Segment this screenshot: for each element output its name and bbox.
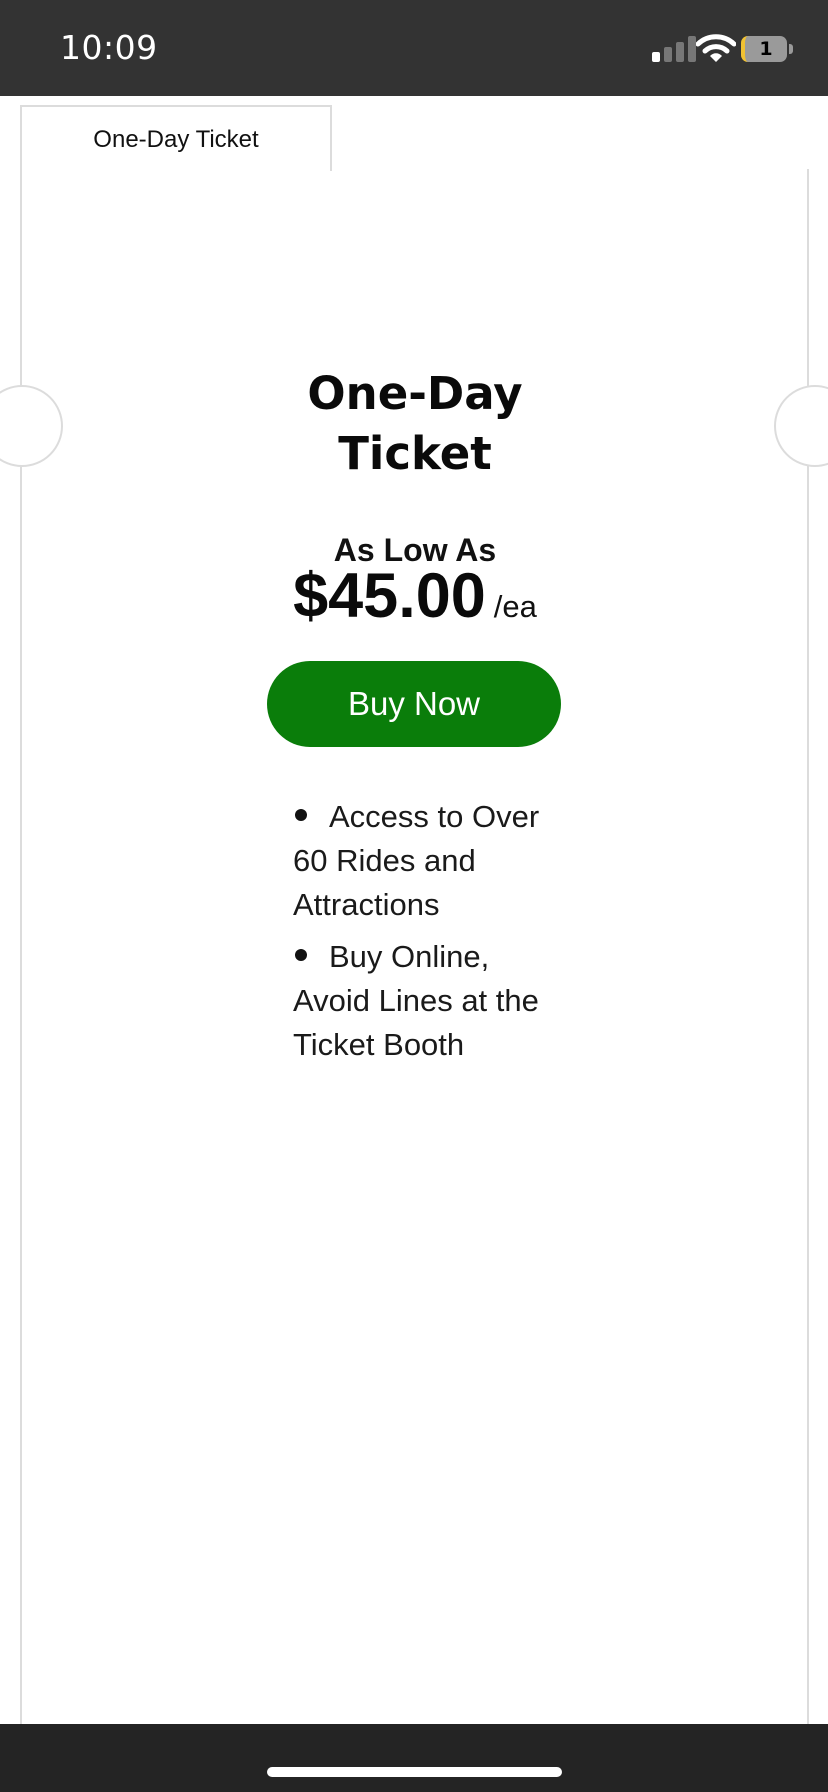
wifi-icon (696, 34, 736, 62)
home-indicator[interactable] (267, 1767, 562, 1777)
screen: 10:09 1 One-Day Ticket One-Day Ticket As… (0, 0, 828, 1792)
status-time: 10:09 (60, 28, 158, 67)
status-bar: 10:09 1 (0, 0, 828, 96)
feature-item: Buy Online, Avoid Lines at the Ticket Bo… (293, 935, 553, 1067)
feature-item: Access to Over 60 Rides and Attractions (293, 795, 553, 927)
tab-one-day-ticket[interactable]: One-Day Ticket (20, 105, 332, 171)
ticket-title: One-Day Ticket (307, 367, 523, 480)
price-unit: /ea (493, 589, 537, 624)
price: $45.00 (293, 561, 486, 631)
battery-tip (789, 44, 793, 54)
feature-text: Access to Over 60 Rides and Attractions (293, 799, 540, 922)
battery-icon: 1 (741, 36, 787, 62)
home-bar-area (0, 1724, 828, 1792)
feature-list: Access to Over 60 Rides and Attractions … (293, 795, 553, 1075)
feature-text: Buy Online, Avoid Lines at the Ticket Bo… (293, 939, 539, 1062)
bullet-icon (295, 808, 307, 821)
bullet-icon (295, 948, 307, 961)
buy-now-button[interactable]: Buy Now (267, 661, 561, 747)
price-row: $45.00/ea (220, 560, 610, 632)
